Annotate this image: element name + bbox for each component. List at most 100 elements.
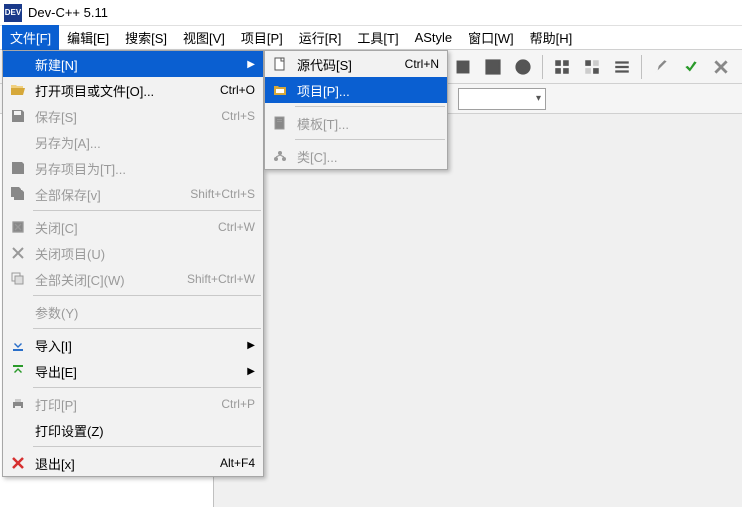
menu-separator (33, 328, 261, 329)
menu-shortcut: Ctrl+O (220, 83, 255, 97)
print-icon (7, 394, 29, 414)
menu-new[interactable]: 新建[N] ▶ (3, 51, 263, 77)
menu-shortcut: Ctrl+S (221, 109, 255, 123)
grid-button[interactable] (549, 54, 575, 80)
blank-icon (7, 302, 29, 322)
close-project-icon (7, 243, 29, 263)
rebuild-button[interactable] (579, 54, 605, 80)
menu-tools[interactable]: 工具[T] (349, 25, 406, 50)
menu-help[interactable]: 帮助[H] (522, 25, 581, 50)
editor-area[interactable] (214, 114, 742, 507)
menu-save-project-as: 另存项目为[T]... (3, 155, 263, 181)
compile-run-button[interactable] (510, 54, 536, 80)
chevron-down-icon: ▾ (536, 93, 541, 104)
syntax-button[interactable] (609, 54, 635, 80)
menu-separator (33, 387, 261, 388)
menu-label: 打印[P] (35, 395, 209, 414)
file-dropdown: 新建[N] ▶ 打开项目或文件[O]... Ctrl+O 保存[S] Ctrl+… (2, 50, 264, 477)
menu-project[interactable]: 项目[P] (233, 25, 291, 50)
menu-window[interactable]: 窗口[W] (460, 25, 522, 50)
menu-label: 新建[N] (35, 55, 241, 74)
menu-edit[interactable]: 编辑[E] (59, 25, 117, 50)
submenu-arrow-icon: ▶ (247, 366, 255, 377)
toolbar-separator (542, 55, 543, 79)
save-all-icon (7, 184, 29, 204)
menu-label: 退出[x] (35, 454, 208, 473)
menu-label: 关闭[C] (35, 218, 206, 237)
menu-label: 打印设置(Z) (35, 421, 255, 440)
menu-separator (33, 295, 261, 296)
menu-bar: 文件[F] 编辑[E] 搜索[S] 视图[V] 项目[P] 运行[R] 工具[T… (0, 26, 742, 50)
menu-view[interactable]: 视图[V] (175, 25, 233, 50)
menu-shortcut: Ctrl+P (221, 397, 255, 411)
close-all-icon (7, 269, 29, 289)
menu-label: 类[C]... (297, 147, 439, 166)
menu-label: 参数(Y) (35, 303, 255, 322)
toolbar-separator (641, 55, 642, 79)
menu-shortcut: Ctrl+N (405, 57, 439, 71)
menu-label: 保存[S] (35, 107, 209, 126)
menu-export[interactable]: 导出[E] ▶ (3, 358, 263, 384)
menu-label: 源代码[S] (297, 55, 393, 74)
debug-button[interactable] (648, 54, 674, 80)
menu-shortcut: Alt+F4 (220, 456, 255, 470)
menu-file[interactable]: 文件[F] (2, 25, 59, 50)
menu-close-all: 全部关闭[C](W) Shift+Ctrl+W (3, 266, 263, 292)
blank-icon (7, 420, 29, 440)
submenu-arrow-icon: ▶ (247, 340, 255, 351)
project-icon (269, 80, 291, 100)
stop-button[interactable] (678, 54, 704, 80)
abort-button[interactable] (708, 54, 734, 80)
title-bar: DEV Dev-C++ 5.11 (0, 0, 742, 26)
export-icon (7, 361, 29, 381)
app-icon: DEV (4, 4, 22, 22)
menu-label: 另存项目为[T]... (35, 159, 255, 178)
menu-print: 打印[P] Ctrl+P (3, 391, 263, 417)
menu-label: 项目[P]... (297, 81, 439, 100)
menu-search[interactable]: 搜索[S] (117, 25, 175, 50)
menu-separator (33, 210, 261, 211)
menu-separator (33, 446, 261, 447)
run-button[interactable] (480, 54, 506, 80)
new-submenu: 源代码[S] Ctrl+N 项目[P]... 模板[T]... 类[C]... (264, 50, 448, 170)
menu-print-setup[interactable]: 打印设置(Z) (3, 417, 263, 443)
submenu-source[interactable]: 源代码[S] Ctrl+N (265, 51, 447, 77)
menu-label: 模板[T]... (297, 114, 439, 133)
menu-label: 关闭项目(U) (35, 244, 255, 263)
menu-label: 另存为[A]... (35, 133, 255, 152)
menu-shortcut: Shift+Ctrl+W (187, 272, 255, 286)
compile-button[interactable] (450, 54, 476, 80)
menu-close: 关闭[C] Ctrl+W (3, 214, 263, 240)
menu-astyle[interactable]: AStyle (407, 27, 461, 48)
menu-label: 全部关闭[C](W) (35, 270, 175, 289)
menu-import[interactable]: 导入[I] ▶ (3, 332, 263, 358)
save-icon (7, 106, 29, 126)
config-combo[interactable]: ▾ (458, 88, 546, 110)
menu-label: 全部保存[v] (35, 185, 178, 204)
menu-close-project: 关闭项目(U) (3, 240, 263, 266)
menu-open[interactable]: 打开项目或文件[O]... Ctrl+O (3, 77, 263, 103)
menu-shortcut: Shift+Ctrl+S (190, 187, 255, 201)
menu-separator (295, 106, 445, 107)
submenu-arrow-icon: ▶ (247, 59, 255, 70)
menu-save: 保存[S] Ctrl+S (3, 103, 263, 129)
exit-icon (7, 453, 29, 473)
class-icon (269, 146, 291, 166)
submenu-template: 模板[T]... (265, 110, 447, 136)
menu-label: 打开项目或文件[O]... (35, 81, 208, 100)
menu-save-all: 全部保存[v] Shift+Ctrl+S (3, 181, 263, 207)
menu-run[interactable]: 运行[R] (291, 25, 350, 50)
menu-save-as: 另存为[A]... (3, 129, 263, 155)
submenu-class: 类[C]... (265, 143, 447, 169)
import-icon (7, 335, 29, 355)
menu-shortcut: Ctrl+W (218, 220, 255, 234)
source-file-icon (269, 54, 291, 74)
menu-exit[interactable]: 退出[x] Alt+F4 (3, 450, 263, 476)
menu-label: 导入[I] (35, 336, 241, 355)
submenu-project[interactable]: 项目[P]... (265, 77, 447, 103)
blank-icon (7, 132, 29, 152)
menu-label: 导出[E] (35, 362, 241, 381)
folder-open-icon (7, 80, 29, 100)
menu-params: 参数(Y) (3, 299, 263, 325)
blank-icon (7, 54, 29, 74)
